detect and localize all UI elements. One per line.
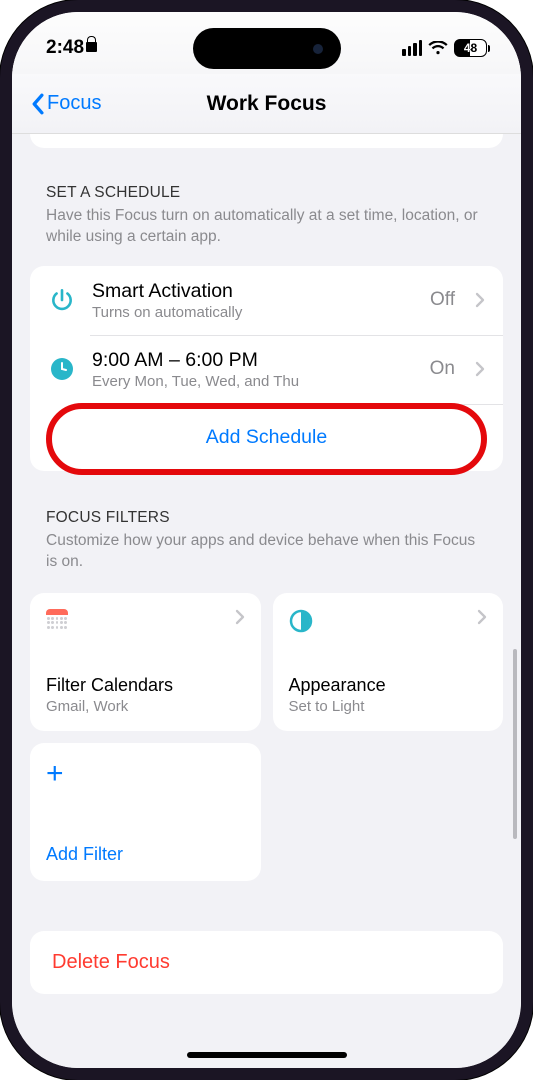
delete-focus-button[interactable]: Delete Focus xyxy=(30,931,503,994)
home-indicator[interactable] xyxy=(187,1052,347,1058)
add-schedule-label: Add Schedule xyxy=(206,426,327,449)
content-scroll[interactable]: SET A SCHEDULE Have this Focus turn on a… xyxy=(12,134,521,1068)
wifi-icon xyxy=(428,41,448,56)
schedule-card: Smart Activation Turns on automatically … xyxy=(30,266,503,471)
chevron-right-icon xyxy=(475,292,485,308)
back-button[interactable]: Focus xyxy=(12,92,101,115)
smart-activation-row[interactable]: Smart Activation Turns on automatically … xyxy=(30,266,503,335)
chevron-left-icon xyxy=(30,93,45,115)
filters-desc: Customize how your apps and device behav… xyxy=(46,531,487,573)
plus-icon: + xyxy=(46,759,64,789)
schedule-title: SET A SCHEDULE xyxy=(46,184,487,202)
power-icon xyxy=(48,287,76,313)
add-filter-tile[interactable]: + Add Filter xyxy=(30,743,261,881)
row-sub: Every Mon, Tue, Wed, and Thu xyxy=(92,373,414,390)
filters-title: FOCUS FILTERS xyxy=(46,509,487,527)
appearance-icon xyxy=(289,609,313,633)
tile-sub: Gmail, Work xyxy=(46,698,245,715)
tile-title: Filter Calendars xyxy=(46,675,245,696)
filter-calendars-tile[interactable]: Filter Calendars Gmail, Work xyxy=(30,593,261,731)
delete-focus-label: Delete Focus xyxy=(52,951,481,974)
nav-bar: Focus Work Focus xyxy=(12,74,521,134)
add-schedule-button[interactable]: Add Schedule xyxy=(30,404,503,471)
prev-card-stub xyxy=(30,134,503,148)
lock-icon xyxy=(86,37,97,52)
tile-title: Appearance xyxy=(289,675,488,696)
dynamic-island xyxy=(193,28,341,69)
tile-sub: Set to Light xyxy=(289,698,488,715)
schedule-header: SET A SCHEDULE Have this Focus turn on a… xyxy=(12,184,521,254)
calendar-icon xyxy=(46,609,68,631)
appearance-tile[interactable]: Appearance Set to Light xyxy=(273,593,504,731)
filters-grid: Filter Calendars Gmail, Work Appearance … xyxy=(30,593,503,881)
cellular-icon xyxy=(402,40,422,56)
row-title: Smart Activation xyxy=(92,280,414,303)
chevron-right-icon xyxy=(477,609,487,625)
filters-header: FOCUS FILTERS Customize how your apps an… xyxy=(12,509,521,579)
screen: 2:48 48 Focus Work Focus SET A SCHEDULE … xyxy=(12,12,521,1068)
back-label: Focus xyxy=(47,92,101,115)
row-title: 9:00 AM – 6:00 PM xyxy=(92,349,414,372)
row-value: On xyxy=(430,358,455,380)
phone-frame: 2:48 48 Focus Work Focus SET A SCHEDULE … xyxy=(0,0,533,1080)
time-schedule-row[interactable]: 9:00 AM – 6:00 PM Every Mon, Tue, Wed, a… xyxy=(30,335,503,404)
clock-icon xyxy=(48,357,76,381)
chevron-right-icon xyxy=(475,361,485,377)
scroll-indicator xyxy=(513,649,517,839)
chevron-right-icon xyxy=(235,609,245,625)
status-time: 2:48 xyxy=(46,37,97,59)
schedule-desc: Have this Focus turn on automatically at… xyxy=(46,206,487,248)
add-filter-label: Add Filter xyxy=(46,844,245,865)
row-sub: Turns on automatically xyxy=(92,304,414,321)
row-value: Off xyxy=(430,289,455,311)
battery-icon: 48 xyxy=(454,39,487,57)
